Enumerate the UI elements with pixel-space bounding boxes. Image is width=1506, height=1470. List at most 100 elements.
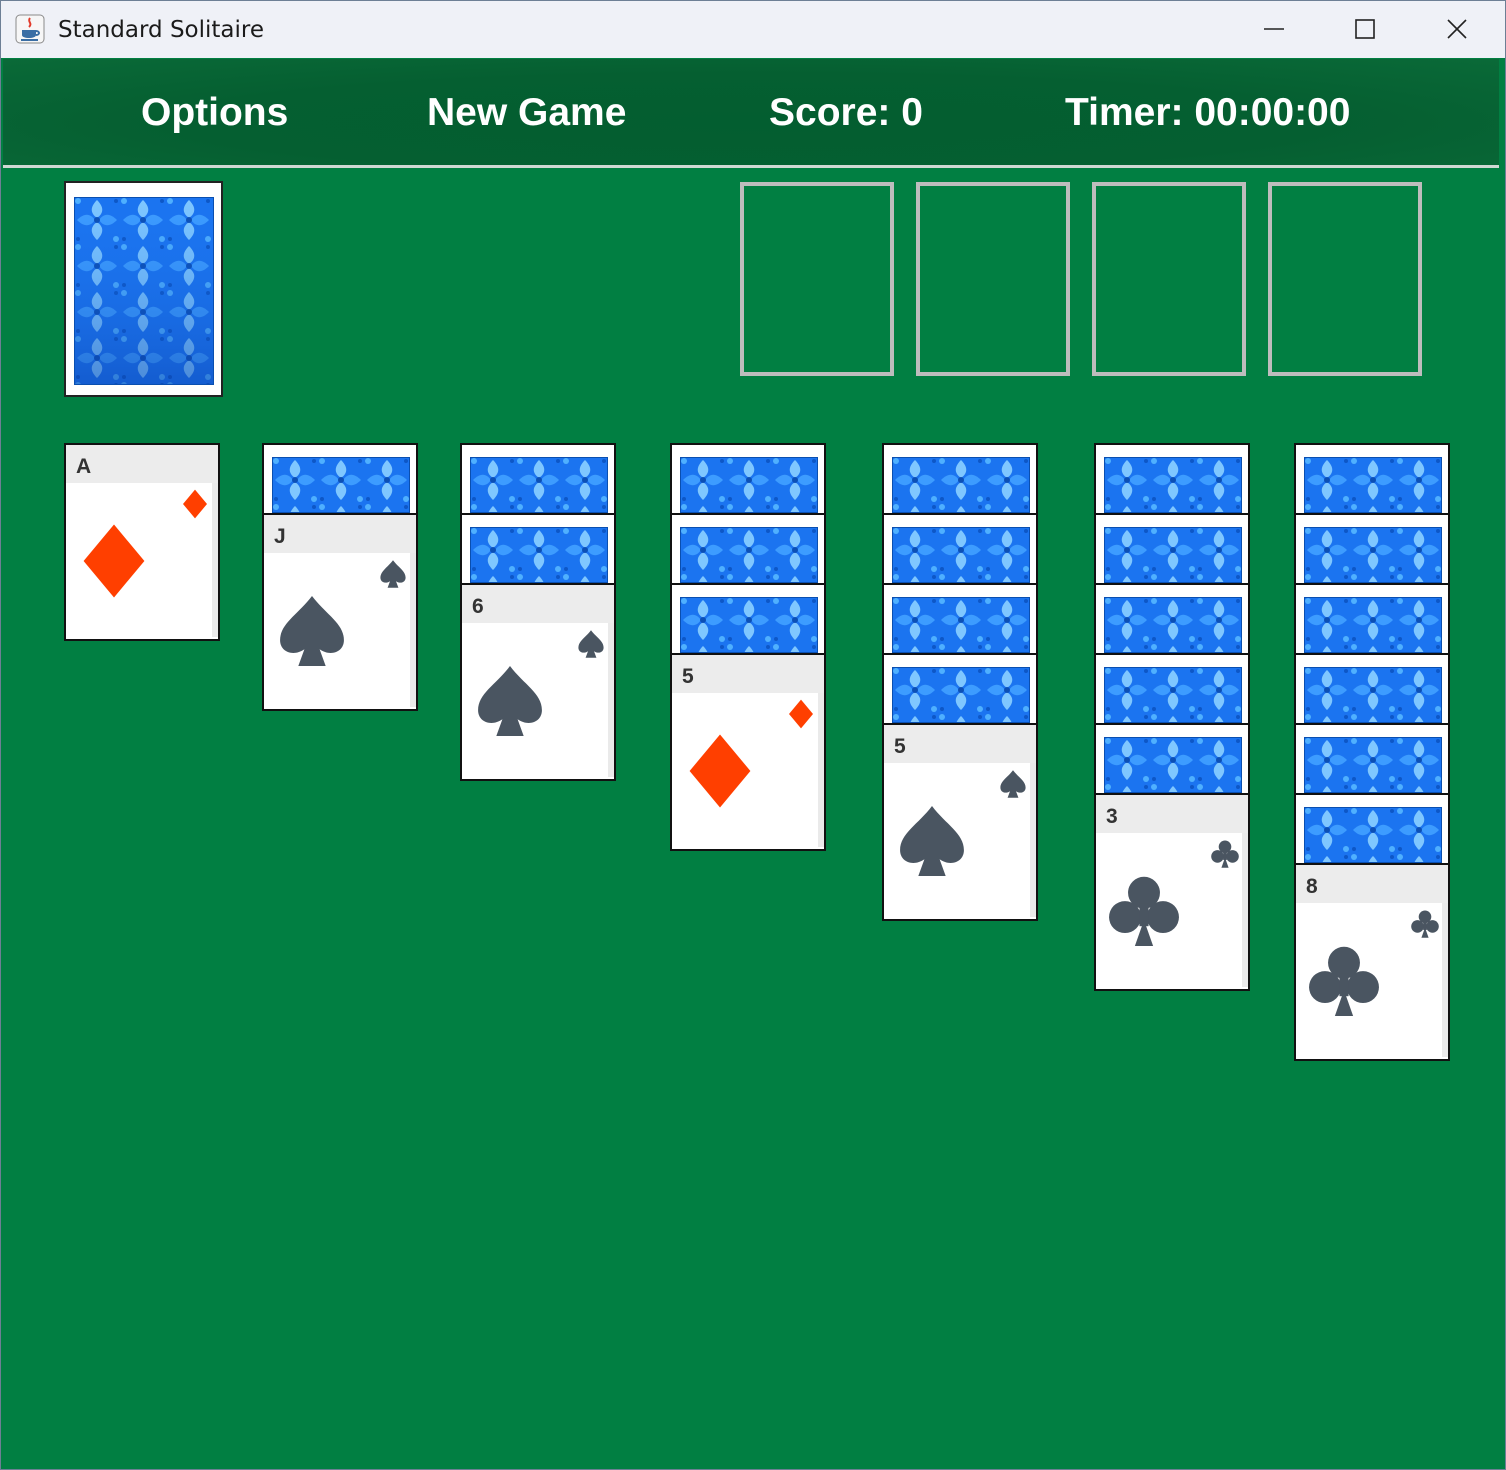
tableau-facedown-card (670, 443, 826, 515)
tableau-facedown-card (1294, 723, 1450, 795)
card-shade (212, 483, 218, 637)
tableau-card-3-clubs[interactable]: 3 (1094, 793, 1250, 991)
maximize-icon (1355, 19, 1375, 39)
card-back-pattern-icon (892, 527, 1030, 583)
card-back-pattern-icon (892, 597, 1030, 653)
tableau-facedown-card (1294, 653, 1450, 725)
card-shade (1030, 763, 1036, 917)
club-icon (1109, 876, 1179, 946)
tableau-facedown-card (882, 653, 1038, 725)
card-back-pattern-icon (1304, 597, 1442, 653)
new-game-button[interactable]: New Game (427, 91, 626, 135)
tableau-facedown-card (1294, 513, 1450, 585)
card-rank: 5 (894, 735, 906, 758)
card-back-pattern-icon (470, 527, 608, 583)
options-menu[interactable]: Options (141, 91, 288, 135)
card-back-pattern-icon (1304, 457, 1442, 513)
tableau-card-6-spades[interactable]: 6 (460, 583, 616, 781)
tableau-facedown-card (1094, 723, 1250, 795)
card-shade (608, 623, 614, 777)
foundation-slot-4[interactable] (1268, 182, 1422, 376)
java-app-icon (15, 14, 45, 44)
stock-pile[interactable] (64, 181, 223, 397)
tableau-facedown-card (1294, 583, 1450, 655)
tableau-facedown-card (882, 513, 1038, 585)
tableau-facedown-card (670, 513, 826, 585)
diamond-icon (789, 699, 813, 729)
close-button[interactable] (1411, 1, 1503, 58)
maximize-button[interactable] (1319, 1, 1411, 58)
spade-icon (900, 806, 964, 876)
card-back-pattern-icon (892, 667, 1030, 723)
card-back-pattern-icon (680, 527, 818, 583)
card-back-pattern-icon (892, 457, 1030, 513)
card-back-pattern-icon (1304, 807, 1442, 863)
spade-icon (280, 596, 344, 666)
foundation-slot-3[interactable] (1092, 182, 1246, 376)
window-title: Standard Solitaire (58, 17, 265, 43)
card-shade (818, 693, 824, 847)
card-header (264, 515, 416, 553)
card-header (1296, 865, 1448, 903)
card-rank: 5 (682, 665, 694, 688)
tableau-card-5-diamonds[interactable]: 5 (670, 653, 826, 851)
tableau-card-A-diamonds[interactable]: A (64, 443, 220, 641)
tableau-facedown-card (1294, 793, 1450, 865)
card-shade (1242, 833, 1248, 987)
tableau-card-8-clubs[interactable]: 8 (1294, 863, 1450, 1061)
tableau-facedown-card (1294, 443, 1450, 515)
minimize-icon (1264, 28, 1284, 30)
tableau-facedown-card (1094, 653, 1250, 725)
club-icon (1411, 910, 1439, 938)
card-back-pattern-icon (1104, 597, 1242, 653)
close-icon (1447, 19, 1467, 39)
card-header (462, 585, 614, 623)
solitaire-window: Standard Solitaire Options New Game Scor… (0, 0, 1506, 1470)
card-back-pattern-icon (1304, 667, 1442, 723)
tableau-facedown-card (460, 513, 616, 585)
diamond-icon (83, 524, 145, 598)
tableau-facedown-card (1094, 443, 1250, 515)
card-shade (410, 553, 416, 707)
card-rank: 3 (1106, 805, 1118, 828)
club-icon (1211, 840, 1239, 868)
tableau-facedown-card (882, 443, 1038, 515)
diamond-icon (689, 734, 751, 808)
foundation-slot-2[interactable] (916, 182, 1070, 376)
card-back-pattern-icon (1104, 667, 1242, 723)
card-back-pattern-icon (1304, 737, 1442, 793)
card-header (672, 655, 824, 693)
card-header (1096, 795, 1248, 833)
spade-icon (578, 630, 604, 658)
foundation-slot-1[interactable] (740, 182, 894, 376)
tableau-facedown-card (882, 583, 1038, 655)
game-menu-bar: Options New Game Score: 0 Timer: 00:00:0… (3, 59, 1499, 165)
diamond-icon (183, 489, 207, 519)
card-back-pattern-icon (1104, 737, 1242, 793)
tableau-facedown-card (1094, 513, 1250, 585)
menu-divider (3, 165, 1499, 168)
card-back-pattern-icon (1304, 527, 1442, 583)
card-back-pattern-icon (680, 597, 818, 653)
timer-display: Timer: 00:00:00 (1065, 91, 1351, 134)
card-back-pattern-icon (1104, 527, 1242, 583)
card-rank: A (76, 455, 92, 478)
card-rank: 6 (472, 595, 484, 618)
card-back-pattern-icon (1104, 457, 1242, 513)
tableau-facedown-card (670, 583, 826, 655)
tableau-facedown-card (1094, 583, 1250, 655)
tableau-facedown-card (460, 443, 616, 515)
spade-icon (478, 666, 542, 736)
spade-icon (1000, 770, 1026, 798)
card-back-pattern-icon (272, 457, 410, 513)
score-display: Score: 0 (769, 91, 923, 134)
card-shade (1442, 903, 1448, 1057)
tableau-facedown-card (262, 443, 418, 515)
spade-icon (380, 560, 406, 588)
title-bar[interactable]: Standard Solitaire (1, 1, 1505, 58)
card-back-pattern-icon (680, 457, 818, 513)
card-back-pattern-icon (470, 457, 608, 513)
tableau-card-5-spades[interactable]: 5 (882, 723, 1038, 921)
tableau-card-J-spades[interactable]: J (262, 513, 418, 711)
minimize-button[interactable] (1228, 1, 1320, 58)
